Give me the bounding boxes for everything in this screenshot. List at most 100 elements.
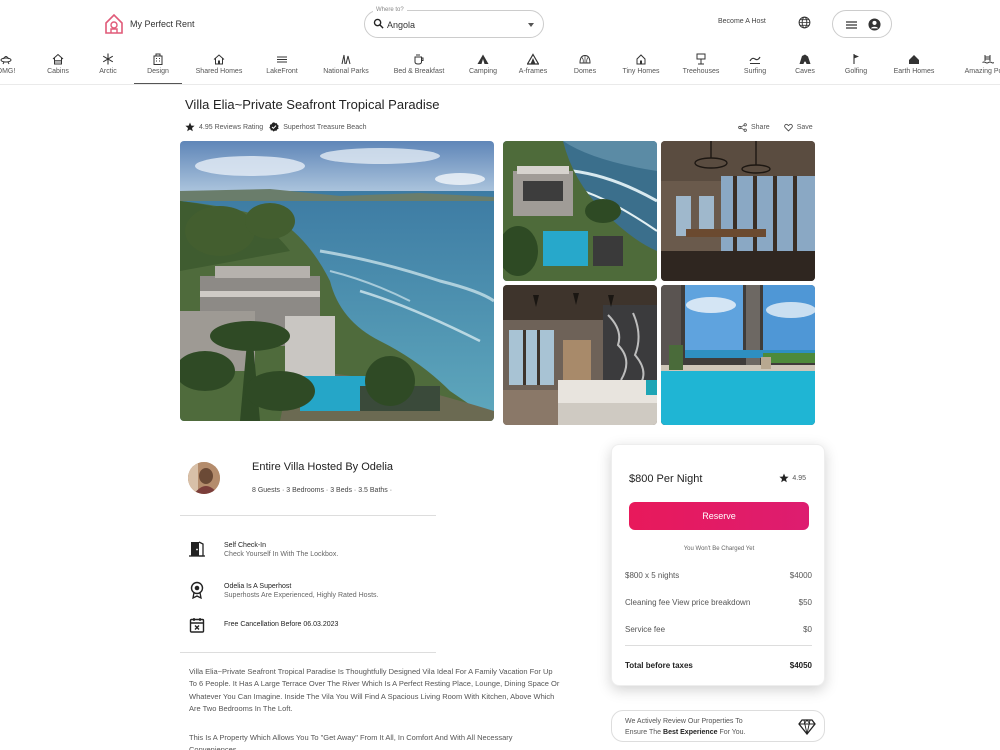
become-host-link[interactable]: Become A Host bbox=[718, 18, 766, 25]
banner-line-2: Ensure The Best Experience For You. bbox=[625, 727, 746, 738]
category-cabins[interactable]: Cabins bbox=[39, 46, 77, 84]
photo-bedroom[interactable] bbox=[503, 285, 657, 425]
price-line-cleaning[interactable]: Cleaning fee View price breakdown $50 bbox=[625, 598, 812, 607]
verified-badge-icon bbox=[269, 122, 279, 132]
line-label[interactable]: Cleaning fee View price breakdown bbox=[625, 598, 750, 607]
listing-meta: 4.95 Reviews Rating Superhost Treasure B… bbox=[185, 122, 366, 132]
photo-indoor-pool[interactable] bbox=[661, 285, 815, 425]
globe-icon[interactable] bbox=[798, 16, 811, 29]
golf-flag-icon bbox=[853, 54, 859, 64]
total-line: Total before taxes $4050 bbox=[625, 661, 812, 670]
search-icon bbox=[373, 18, 384, 29]
rating-text[interactable]: 4.95 Reviews Rating bbox=[199, 124, 263, 131]
medal-icon bbox=[190, 581, 204, 599]
category-label: Earth Homes bbox=[893, 68, 935, 75]
search-label: Where to? bbox=[373, 7, 407, 13]
category-domes[interactable]: Domes bbox=[562, 46, 608, 84]
user-menu-button[interactable] bbox=[832, 10, 892, 38]
category-bed-breakfast[interactable]: Bed & Breakfast bbox=[384, 46, 454, 84]
listing-description: Villa Elia~Private Seafront Tropical Par… bbox=[189, 667, 560, 713]
category-label: A-frames bbox=[518, 68, 548, 75]
category-arctic[interactable]: Arctic bbox=[90, 46, 126, 84]
location-search[interactable]: Where to? Angola bbox=[364, 7, 544, 38]
save-button[interactable]: Save bbox=[783, 123, 813, 132]
price-line-nights: $800 x 5 nights $4000 bbox=[625, 571, 812, 580]
category-omg[interactable]: OMG! bbox=[0, 46, 24, 84]
search-value[interactable]: Angola bbox=[387, 20, 415, 30]
save-label: Save bbox=[796, 124, 813, 131]
line-label: $800 x 5 nights bbox=[625, 571, 680, 580]
category-camping[interactable]: Camping bbox=[458, 46, 508, 84]
listing-title: Villa Elia~Private Seafront Tropical Par… bbox=[185, 97, 440, 112]
host-details: 8 Guests · 3 Bedrooms · 3 Beds · 3.5 Bat… bbox=[252, 487, 393, 494]
feature-superhost: Odelia Is A Superhost Superhosts Are Exp… bbox=[188, 581, 378, 599]
host-avatar[interactable] bbox=[188, 462, 220, 494]
share-label: Share bbox=[751, 124, 770, 131]
category-surfing[interactable]: Surfing bbox=[731, 46, 779, 84]
category-caves[interactable]: Caves bbox=[784, 46, 826, 84]
building-icon bbox=[153, 53, 163, 65]
category-label: Cabins bbox=[47, 68, 69, 75]
listing-actions: Share Save bbox=[738, 123, 813, 132]
reserve-button[interactable]: Reserve bbox=[629, 502, 809, 530]
dining-hall-image bbox=[661, 141, 815, 281]
category-label: Domes bbox=[573, 68, 597, 75]
category-label: Arctic bbox=[99, 68, 117, 75]
category-label: Caves bbox=[795, 68, 815, 75]
total-value: $4050 bbox=[789, 661, 812, 670]
category-a-frames[interactable]: A-frames bbox=[507, 46, 559, 84]
superhost-location: Superhost Treasure Beach bbox=[283, 123, 367, 131]
calendar-x-icon bbox=[189, 618, 205, 633]
category-shared-homes[interactable]: Shared Homes bbox=[186, 46, 252, 84]
snowflake-icon bbox=[102, 53, 114, 65]
category-national-parks[interactable]: National Parks bbox=[314, 46, 378, 84]
card-divider bbox=[625, 645, 812, 646]
dropdown-arrow-icon[interactable] bbox=[528, 23, 534, 27]
tent-icon bbox=[477, 54, 489, 64]
category-earth-homes[interactable]: Earth Homes bbox=[884, 46, 944, 84]
main-photo-villa-seafront[interactable] bbox=[180, 141, 494, 421]
feature-self-checkin: Self Check-In Check Yourself In With The… bbox=[188, 540, 338, 558]
star-icon bbox=[779, 473, 789, 483]
a-frame-icon bbox=[527, 53, 539, 65]
category-treehouses[interactable]: Treehouses bbox=[671, 46, 731, 84]
category-label: Shared Homes bbox=[195, 68, 243, 75]
category-tiny-homes[interactable]: Tiny Homes bbox=[613, 46, 669, 84]
feature-cancellation: Free Cancellation Before 06.03.2023 bbox=[188, 616, 338, 634]
category-label: Amazing Pools bbox=[964, 68, 1000, 75]
park-icon bbox=[341, 54, 351, 65]
coffee-icon bbox=[414, 54, 424, 65]
banner-line-1: We Actively Review Our Properties To bbox=[625, 718, 743, 725]
category-design[interactable]: Design bbox=[134, 46, 182, 84]
category-bar: OMG! Cabins Arctic Design Shared Homes LakeFr… bbox=[0, 46, 1000, 85]
photo-dining-hall[interactable] bbox=[661, 141, 815, 281]
feature-title: Self Check-In bbox=[224, 542, 267, 549]
house-logo-icon bbox=[105, 13, 123, 34]
nightly-price: $800 Per Night bbox=[629, 473, 703, 485]
feature-title: Free Cancellation Before 06.03.2023 bbox=[224, 621, 339, 628]
category-amazing-pools[interactable]: Amazing Pools bbox=[950, 46, 1000, 84]
listing-description-2: This Is A Property Which Allows You To "… bbox=[189, 733, 513, 750]
booking-card: $800 Per Night 4.95 Reserve You Won't Be… bbox=[611, 444, 825, 686]
photo-villa-pool-aerial[interactable] bbox=[503, 141, 657, 281]
dome-icon bbox=[579, 54, 591, 64]
category-label: Bed & Breakfast bbox=[393, 68, 445, 75]
bedroom-image bbox=[503, 285, 657, 425]
category-label: Tiny Homes bbox=[622, 68, 660, 75]
share-button[interactable]: Share bbox=[738, 123, 770, 132]
line-label: Service fee bbox=[625, 625, 666, 634]
line-value: $0 bbox=[803, 625, 812, 634]
feature-subtitle: Superhosts Are Experienced, Highly Rated… bbox=[224, 592, 379, 599]
indoor-pool-image bbox=[661, 285, 815, 425]
category-golfing[interactable]: Golfing bbox=[836, 46, 876, 84]
tiny-home-icon bbox=[636, 54, 646, 65]
category-lakefront[interactable]: LakeFront bbox=[257, 46, 307, 84]
category-label: LakeFront bbox=[266, 68, 298, 75]
review-banner: We Actively Review Our Properties To Ens… bbox=[611, 710, 825, 742]
host-avatar-image bbox=[188, 462, 220, 494]
lake-icon bbox=[277, 56, 287, 63]
pool-aerial-image bbox=[503, 141, 657, 281]
brand-logo[interactable]: My Perfect Rent bbox=[104, 13, 195, 35]
ufo-icon bbox=[0, 56, 12, 65]
pool-icon bbox=[982, 55, 994, 64]
